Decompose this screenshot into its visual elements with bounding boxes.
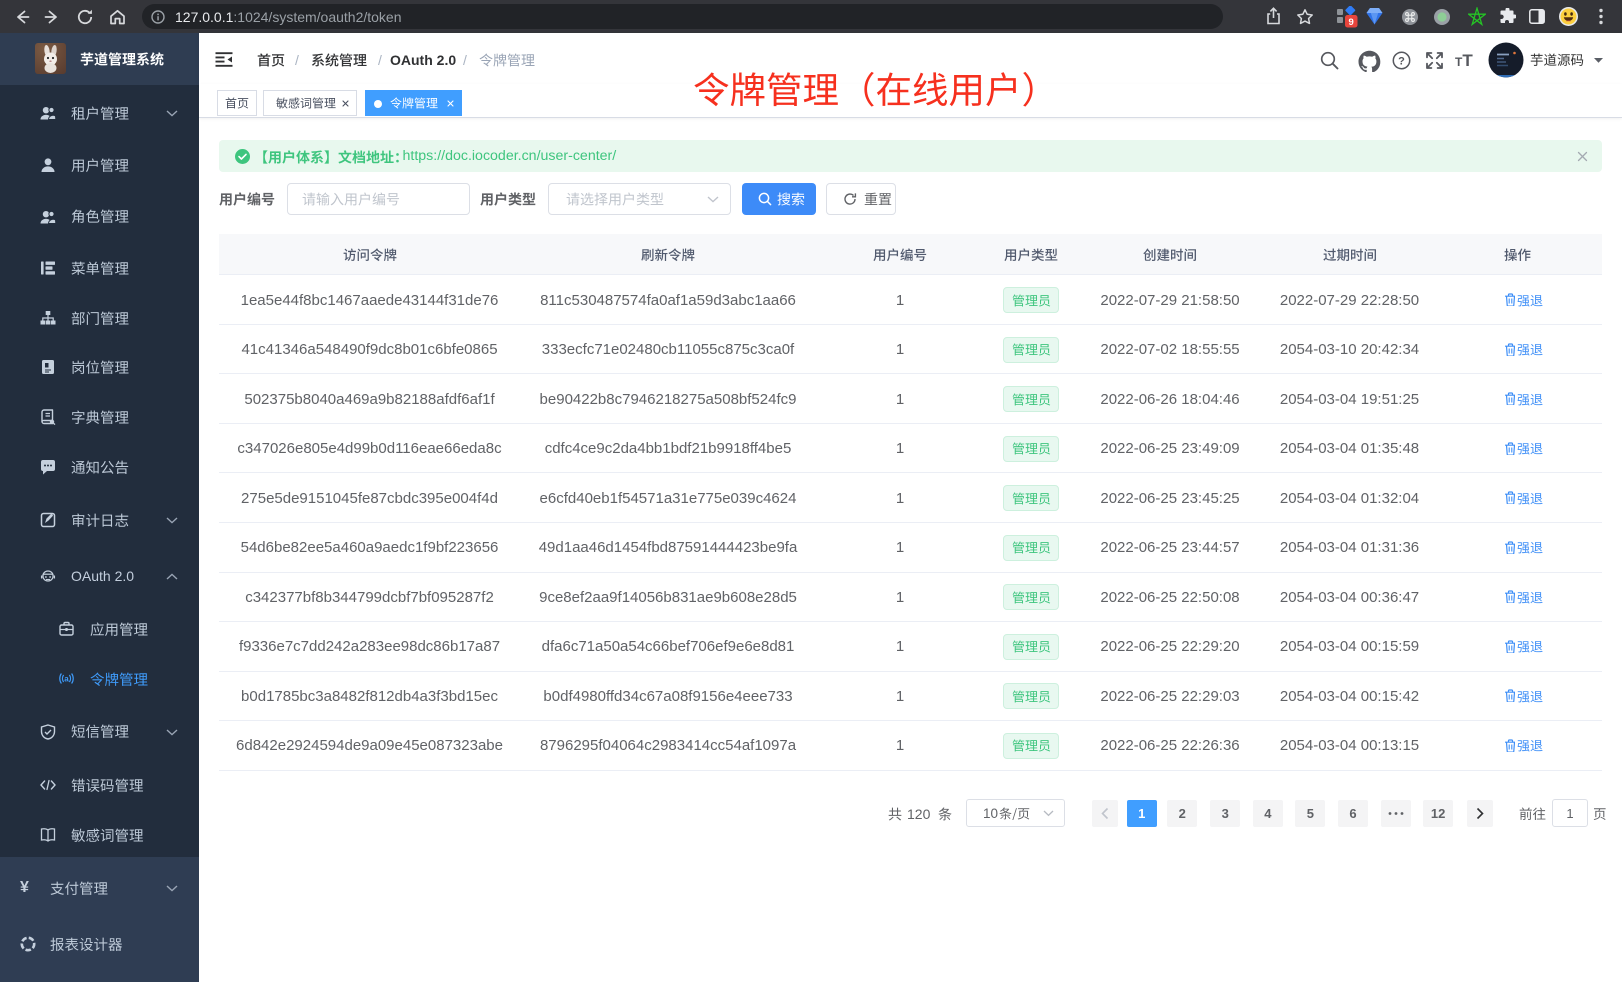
- svg-text:a: a: [64, 675, 69, 684]
- svg-text:?: ?: [1398, 55, 1405, 67]
- svg-text:9: 9: [1349, 17, 1354, 28]
